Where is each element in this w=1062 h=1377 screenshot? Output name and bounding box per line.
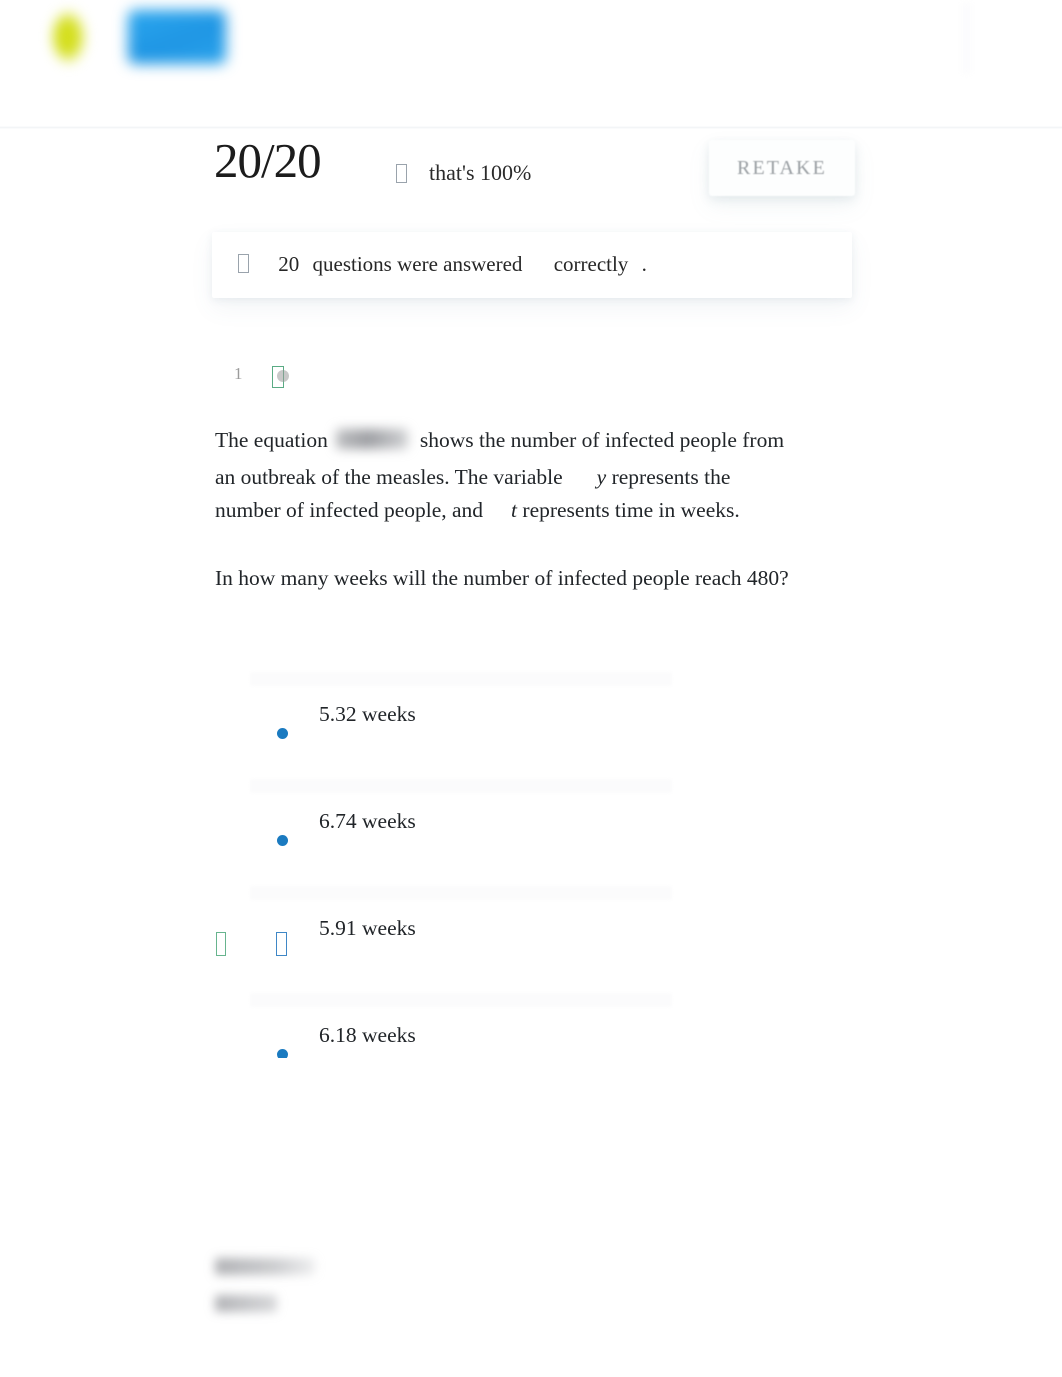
score-percent-text: that's 100% [429,160,532,185]
question-text-line2b: represents the [611,465,731,489]
option-label: 5.91 weeks [319,916,416,940]
question-correct-check-icon [272,366,289,388]
footer-text-line-1 [215,1258,315,1275]
top-navigation-bar [0,0,1062,128]
percent-icon [396,163,407,183]
selected-radio-icon[interactable] [276,932,287,956]
option-label: 5.32 weeks [319,702,416,726]
question-text-part2: shows the number of infected people from [419,428,785,452]
option-separator [250,672,672,686]
score-value: 20/20 [214,133,322,188]
question-text-line2a: an outbreak of the measles. The variable [215,465,563,489]
radio-dot-icon[interactable] [277,728,288,739]
option-separator [250,993,672,1007]
question-text-part1: The equation [215,428,328,452]
radio-dot-icon[interactable] [277,1049,288,1058]
radio-dot-icon[interactable] [277,835,288,846]
option-label: 6.74 weeks [319,809,416,833]
option-separator [250,779,672,793]
banner-status-text: correctly [553,252,629,276]
answer-option-row-selected[interactable]: 5.91 weeks [0,882,1062,989]
variable-t: t [511,498,518,522]
brand-badge-icon[interactable] [128,10,226,64]
score-percent-row: that's 100% [396,160,531,186]
variable-y: y [596,465,607,489]
option-separator [250,886,672,900]
topbar-right-marker [962,2,971,74]
result-banner-text: 20 questions were answered correctly . [238,252,647,277]
banner-count: 20 [278,252,300,276]
banner-icon [238,254,249,273]
answer-option-row[interactable]: 6.74 weeks [0,775,1062,882]
option-label: 6.18 weeks [319,1023,416,1047]
question-text-line3a: number of infected people, and [215,498,484,522]
question-number: 1 [234,364,243,383]
answer-option-row[interactable]: 5.32 weeks [0,668,1062,775]
footer-text-line-2 [215,1295,277,1312]
question-body: The equation shows the number of infected… [215,420,835,527]
correct-answer-icon [216,932,226,956]
answer-option-row[interactable]: 6.18 weeks [0,989,1062,1058]
banner-period: . [641,252,647,276]
question-prompt: In how many weeks will the number of inf… [215,566,789,590]
question-text-line3b: represents time in weeks. [522,498,740,522]
retake-button[interactable]: RETAKE [709,140,855,196]
leaf-logo-icon[interactable] [52,10,86,64]
banner-middle-text: questions were answered [312,252,523,276]
equation-redacted [335,429,408,449]
answer-options-list: 5.32 weeks 6.74 weeks 5.91 weeks 6.18 we… [0,668,1062,1058]
